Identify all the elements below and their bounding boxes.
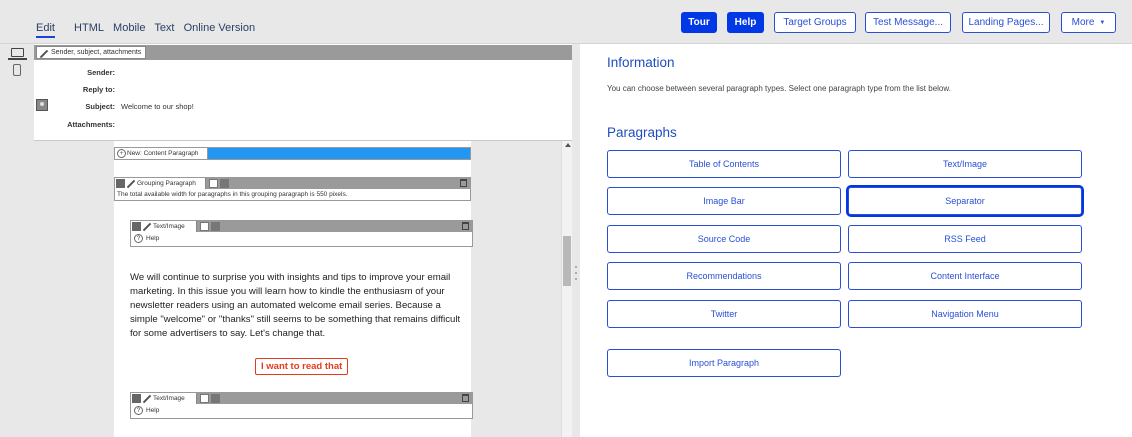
help-button[interactable]: Help: [727, 12, 764, 33]
grip-dot: [575, 278, 577, 280]
subject-row: Subject: Welcome to our shop!: [34, 99, 572, 113]
copy-icon[interactable]: [211, 394, 220, 403]
newsletter-body-text[interactable]: We will continue to surprise you with in…: [130, 271, 466, 341]
help-link[interactable]: ? Help: [134, 406, 159, 415]
attachments-row: Attachments:: [34, 120, 572, 131]
add-icon[interactable]: [200, 222, 209, 231]
cta-button[interactable]: I want to read that: [255, 358, 349, 375]
avatar-icon: [132, 222, 141, 231]
chevron-down-icon: ▼: [1099, 19, 1106, 26]
sender-row: Sender:: [34, 68, 572, 79]
add-icon[interactable]: [209, 179, 218, 188]
trash-icon[interactable]: [462, 394, 469, 402]
header-block-bar[interactable]: Sender, subject, attachments: [34, 45, 572, 60]
grouping-paragraph[interactable]: Grouping Paragraph The total available w…: [114, 177, 471, 201]
text-image-paragraph[interactable]: Text/Image ? Help: [130, 220, 473, 247]
text-image-label: Text/Image: [131, 221, 197, 232]
help-text: Help: [146, 235, 160, 242]
attachments-label: Attachments:: [67, 120, 115, 129]
help-link[interactable]: ? Help: [134, 234, 159, 243]
more-label: More: [1071, 17, 1095, 28]
reply-row: Reply to:: [34, 85, 572, 96]
more-button[interactable]: More ▼: [1061, 12, 1116, 33]
text-image-toolbar: Text/Image: [131, 393, 472, 404]
tab-mobile[interactable]: Mobile: [113, 22, 145, 34]
landing-pages-button[interactable]: Landing Pages...: [962, 12, 1050, 33]
text-image-paragraph[interactable]: Text/Image ? Help: [130, 392, 473, 419]
avatar-icon: [116, 179, 125, 188]
copy-icon[interactable]: [211, 222, 220, 231]
copy-icon[interactable]: [220, 179, 229, 188]
email-body: + New: Content Paragraph Grouping Paragr…: [114, 141, 473, 437]
tab-html[interactable]: HTML: [74, 22, 104, 34]
scroll-up-icon[interactable]: [565, 143, 571, 147]
separator-button[interactable]: Separator: [848, 187, 1082, 215]
edit-icon[interactable]: [39, 49, 49, 59]
trash-icon[interactable]: [462, 222, 469, 230]
add-icon[interactable]: +: [117, 149, 126, 158]
twitter-button[interactable]: Twitter: [607, 300, 841, 328]
help-icon: ?: [134, 406, 143, 415]
header-block-label: Sender, subject, attachments: [36, 46, 147, 59]
tab-online-version[interactable]: Online Version: [184, 22, 256, 34]
email-editor: Sender, subject, attachments Sender: Rep…: [34, 44, 572, 437]
edit-icon[interactable]: [142, 222, 152, 232]
grip-dot: [575, 266, 577, 268]
new-paragraph-bar[interactable]: + New: Content Paragraph: [114, 147, 471, 160]
device-switcher: [0, 44, 34, 437]
text-image-toolbar: Text/Image: [131, 221, 472, 232]
info-title: Information: [607, 55, 675, 70]
tab-edit[interactable]: Edit: [36, 22, 55, 34]
table-of-contents-button[interactable]: Table of Contents: [607, 150, 841, 178]
avatar-icon: [36, 99, 48, 111]
subject-value[interactable]: Welcome to our shop!: [121, 102, 194, 111]
scroll-thumb[interactable]: [563, 236, 571, 286]
grouping-toolbar: Grouping Paragraph: [115, 178, 470, 189]
header-block-text: Sender, subject, attachments: [51, 49, 142, 56]
tab-text[interactable]: Text: [154, 22, 174, 34]
subject-label: Subject:: [85, 102, 115, 111]
source-code-button[interactable]: Source Code: [607, 225, 841, 253]
rss-feed-button[interactable]: RSS Feed: [848, 225, 1082, 253]
reply-label: Reply to:: [82, 85, 115, 94]
edit-icon[interactable]: [126, 179, 136, 189]
desktop-icon[interactable]: [8, 48, 27, 60]
editor-scrollbar[interactable]: [561, 141, 572, 437]
grouping-note: The total available width for paragraphs…: [117, 191, 348, 198]
view-tabs: Edit HTML Mobile Text Online Version: [36, 22, 261, 34]
image-bar-button[interactable]: Image Bar: [607, 187, 841, 215]
tour-button[interactable]: Tour: [681, 12, 717, 33]
text-image-label: Text/Image: [131, 393, 197, 404]
avatar-icon: [132, 394, 141, 403]
content-interface-button[interactable]: Content Interface: [848, 262, 1082, 290]
info-text: You can choose between several paragraph…: [607, 84, 951, 93]
grip-dot: [575, 272, 577, 274]
target-groups-button[interactable]: Target Groups: [774, 12, 856, 33]
mobile-icon[interactable]: [13, 64, 21, 76]
test-message-button[interactable]: Test Message...: [865, 12, 951, 33]
import-paragraph-button[interactable]: Import Paragraph: [607, 349, 841, 377]
help-icon: ?: [134, 234, 143, 243]
paragraphs-title: Paragraphs: [607, 125, 677, 140]
grouping-label: Grouping Paragraph: [115, 178, 206, 189]
text-image-text: Text/Image: [153, 395, 185, 402]
trash-icon[interactable]: [460, 179, 467, 187]
paragraph-panel: Information You can choose between sever…: [580, 44, 1132, 437]
recommendations-button[interactable]: Recommendations: [607, 262, 841, 290]
navigation-menu-button[interactable]: Navigation Menu: [848, 300, 1082, 328]
pane-splitter[interactable]: [572, 44, 580, 437]
sender-label: Sender:: [87, 68, 115, 77]
new-paragraph-text: New: Content Paragraph: [127, 150, 199, 157]
text-image-button[interactable]: Text/Image: [848, 150, 1082, 178]
top-toolbar: Edit HTML Mobile Text Online Version Tou…: [0, 0, 1132, 44]
text-image-text: Text/Image: [153, 223, 185, 230]
new-paragraph-label: + New: Content Paragraph: [115, 148, 208, 159]
add-icon[interactable]: [200, 394, 209, 403]
help-text: Help: [146, 407, 160, 414]
edit-icon[interactable]: [142, 394, 152, 404]
grouping-text: Grouping Paragraph: [137, 180, 196, 187]
